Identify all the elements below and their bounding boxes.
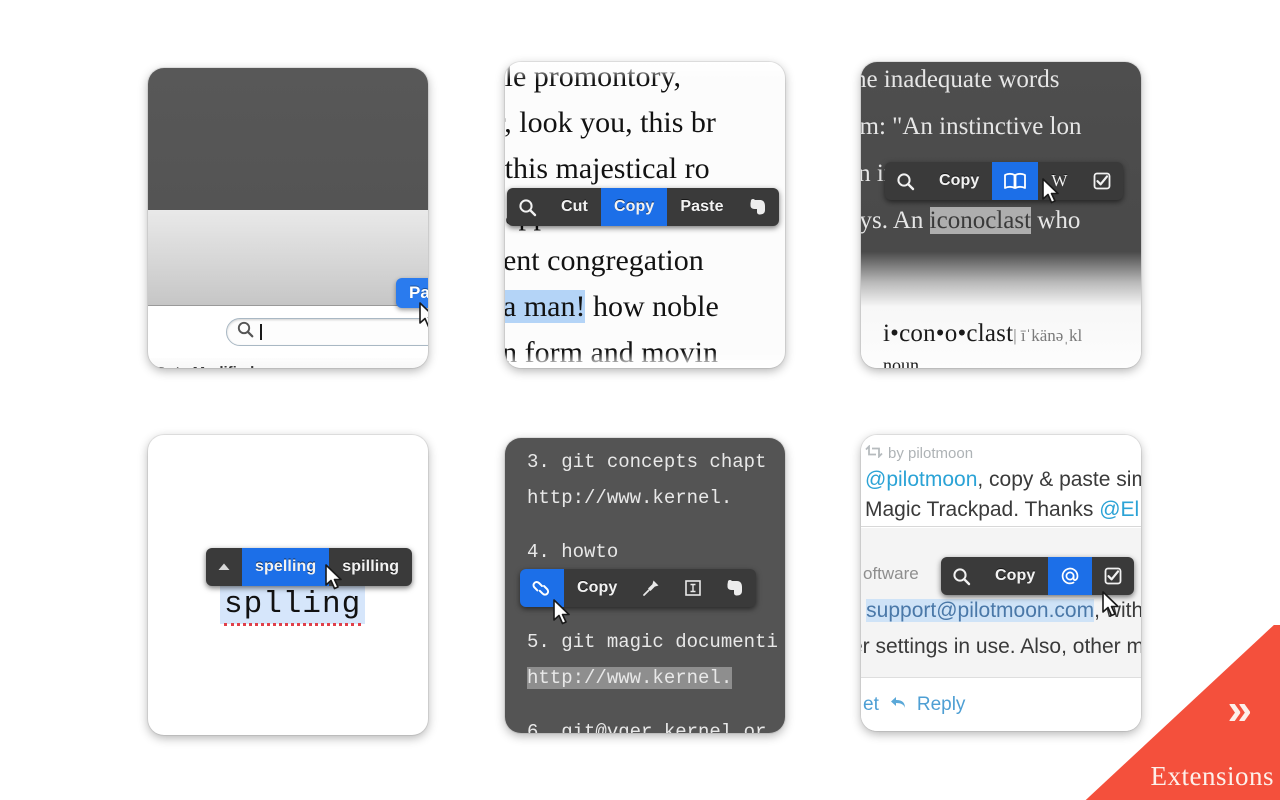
popclip-toolbar: Copy: [941, 557, 1135, 595]
top-fade: [505, 62, 785, 80]
tweet-handle[interactable]: @pilotmoon: [865, 468, 977, 491]
evernote-elephant-icon[interactable]: [737, 188, 779, 226]
evernote-elephant-icon[interactable]: [714, 569, 756, 607]
tweet-text: @pilotmoon, copy & paste sim Magic Track…: [865, 465, 1141, 525]
finder-panel: Date Modified Today 10:57 4 April 2014 1…: [148, 68, 428, 368]
ribbon-label: Extensions: [1150, 761, 1274, 791]
search-icon[interactable]: [507, 188, 548, 226]
cut-button[interactable]: Cut: [548, 188, 601, 226]
instapaper-i-icon[interactable]: [672, 569, 714, 607]
open-book-icon[interactable]: [992, 162, 1039, 200]
spelling-panel: splling spelling spilling: [148, 435, 428, 735]
text-line-highlighted: k is a man! how noble: [505, 284, 785, 330]
misspelled-word[interactable]: splling: [220, 585, 366, 626]
finder-toolbar: [148, 210, 428, 306]
text-line: om: "An instinctive lon: [861, 113, 1082, 140]
terminal-panel: 3. git concepts chapt http://www.kernel.…: [505, 438, 785, 733]
checkbox-checked-icon[interactable]: [1081, 162, 1123, 200]
selected-text: k is a man!: [505, 290, 586, 323]
text-line-highlighted: oys. An iconoclast who: [861, 207, 1081, 234]
tweet-text-line2: Magic Trackpad. Thanks: [865, 498, 1100, 521]
paste-button[interactable]: Paste: [396, 278, 428, 308]
mail-line-highlighted: il support@pilotmoon.com, with: [861, 593, 1141, 629]
hamlet-text-panel: sterile promontory, e air, look you, thi…: [505, 62, 785, 368]
copy-button[interactable]: Copy: [926, 162, 992, 200]
chevron-double-right-icon: »: [1227, 685, 1253, 734]
retweet-by-label: by pilotmoon: [888, 445, 974, 462]
triangle-up-icon[interactable]: [206, 548, 242, 586]
search-input[interactable]: [226, 318, 428, 346]
terminal-line: 4. howto: [527, 541, 619, 563]
spelling-suggestion-toolbar: spelling spilling: [206, 548, 413, 586]
suggestion-spelling[interactable]: spelling: [242, 548, 330, 586]
search-icon: [237, 321, 254, 343]
checkbox-checked-icon[interactable]: [1092, 557, 1134, 595]
terminal-line: 3. git concepts chapt: [527, 451, 767, 473]
selected-url: http://www.kernel.: [527, 667, 733, 689]
copy-button[interactable]: Copy: [600, 188, 668, 226]
copy-button[interactable]: Copy: [982, 557, 1048, 595]
retweet-icon: [865, 444, 883, 462]
column-header-date-modified[interactable]: Date Modified: [148, 358, 428, 368]
text-line: the inadequate words: [861, 66, 1060, 93]
at-sign-icon[interactable]: [1048, 557, 1093, 595]
pushpin-icon[interactable]: [630, 569, 672, 607]
paste-button[interactable]: Paste: [667, 188, 736, 226]
tweet-handle-2[interactable]: @El: [1099, 498, 1139, 521]
tweet-block: by pilotmoon @pilotmoon, copy & paste si…: [861, 435, 1141, 527]
part-of-speech: noun: [883, 355, 919, 368]
copy-button[interactable]: Copy: [564, 569, 630, 607]
selected-email: support@pilotmoon.com: [866, 599, 1095, 622]
dictionary-panel: the inadequate words om: "An instinctive…: [861, 62, 1141, 368]
dictionary-headword: i•con•o•clast: [883, 320, 1014, 347]
mail-line-post: , with: [1094, 599, 1141, 622]
screenshot-stage: Date Modified Today 10:57 4 April 2014 1…: [0, 0, 1280, 800]
search-icon[interactable]: [941, 557, 982, 595]
reply-arrow-icon: [889, 695, 907, 715]
misspelled-word-text: splling: [224, 587, 362, 626]
popclip-toolbar: Copy: [520, 569, 757, 607]
tweet-text-rest: , copy & paste sim: [977, 468, 1141, 491]
dictionary-entry: i•con•o•clast| īˈkänəˌkl noun 1 a person…: [883, 320, 1141, 368]
wikipedia-button[interactable]: W: [1038, 162, 1080, 200]
dictionary-source-text[interactable]: the inadequate words om: "An instinctive…: [861, 62, 1141, 244]
finder-file-list: Date Modified Today 10:57 4 April 2014 1…: [148, 358, 428, 368]
reply-link[interactable]: Reply: [917, 694, 966, 716]
text-caret: [260, 324, 262, 340]
text-line: estilent congregation: [505, 244, 704, 277]
mail-small-text: oftware: [863, 564, 919, 583]
chain-link-icon[interactable]: [520, 569, 564, 607]
terminal-line: http://www.kernel.: [527, 487, 733, 509]
text-line: e air, look you, this br: [505, 106, 716, 139]
retweet-line: by pilotmoon: [865, 444, 1141, 462]
suggestion-spilling[interactable]: spilling: [329, 548, 412, 586]
search-icon[interactable]: [885, 162, 926, 200]
popclip-toolbar: Cut Copy Paste: [507, 188, 779, 226]
retweet-link[interactable]: et: [863, 694, 879, 716]
terminal-line: 6. git@vger.kernel.or: [527, 721, 767, 733]
selected-word: iconoclast: [929, 207, 1032, 234]
dictionary-pronunciation: | īˈkänəˌkl: [1013, 326, 1083, 345]
extensions-ribbon[interactable]: » Extensions: [1080, 625, 1280, 800]
terminal-line: 5. git magic documenti: [527, 631, 778, 653]
popclip-toolbar: Copy W: [885, 162, 1123, 200]
finder-window-top: [148, 68, 428, 210]
terminal-line-highlighted: http://www.kernel.: [527, 660, 785, 696]
text-line: ent, this majestical ro: [505, 152, 710, 185]
bottom-fade: [505, 352, 785, 368]
